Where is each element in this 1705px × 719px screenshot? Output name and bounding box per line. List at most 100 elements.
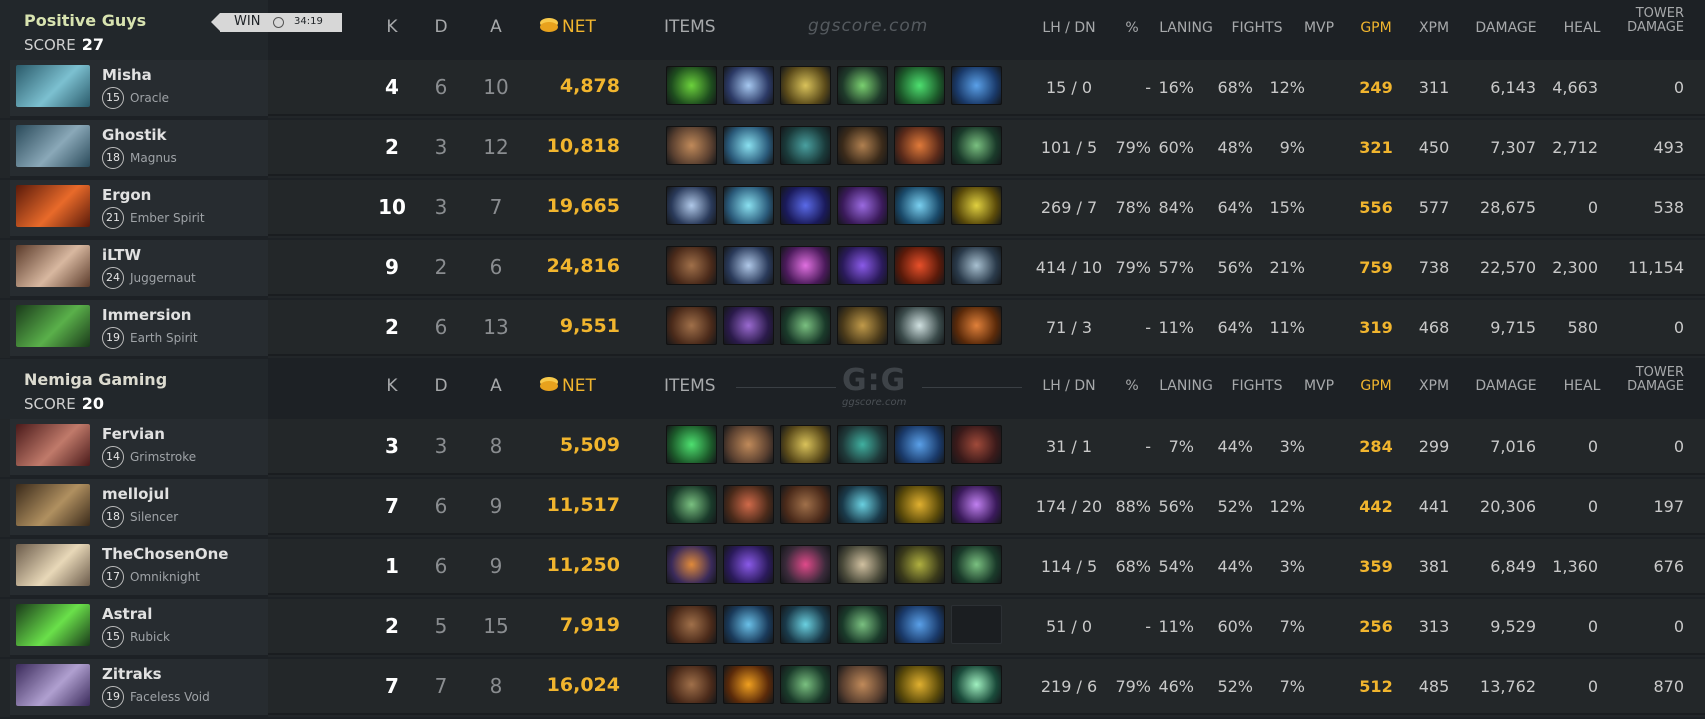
item-slot[interactable] (666, 246, 717, 285)
item-slot[interactable] (951, 306, 1002, 345)
player-row[interactable]: Misha 15 Oracle 4 6 10 4,878 15 / 0 -16% 68% 12% 24… (0, 60, 1705, 118)
last-hits-denies: 51 / 0 (1046, 617, 1092, 636)
deaths: 2 (434, 255, 448, 279)
item-slot[interactable] (951, 665, 1002, 704)
item-slot[interactable] (723, 605, 774, 644)
item-slot[interactable] (666, 665, 717, 704)
item-slot[interactable] (894, 665, 945, 704)
item-slot[interactable] (780, 485, 831, 524)
item-slot[interactable] (780, 665, 831, 704)
item-slot[interactable] (780, 545, 831, 584)
player-name[interactable]: iLTW (102, 246, 141, 264)
item-slot[interactable] (666, 605, 717, 644)
item-slot[interactable] (894, 306, 945, 345)
item-slot[interactable] (723, 246, 774, 285)
item-slot[interactable] (666, 485, 717, 524)
item-slot[interactable] (894, 425, 945, 464)
player-name[interactable]: Ghostik (102, 126, 167, 144)
player-row[interactable]: mellojul 18 Silencer 7 6 9 11,517 174 / 20 88% 56… (0, 479, 1705, 537)
item-slot[interactable] (951, 545, 1002, 584)
item-slot[interactable] (723, 126, 774, 165)
team-score: SCORE 27 (24, 35, 104, 54)
item-slot[interactable] (894, 66, 945, 105)
team-header: Positive Guys SCORE 27 WIN 34:19 K D A NET ITEMS g… (0, 0, 1705, 60)
item-slot[interactable] (666, 425, 717, 464)
score-value: 20 (81, 394, 104, 413)
item-slot[interactable] (780, 66, 831, 105)
item-slot[interactable] (951, 126, 1002, 165)
player-row[interactable]: iLTW 24 Juggernaut 9 2 6 24,816 414 / 10 79% 57% 5… (0, 240, 1705, 298)
player-name[interactable]: Ergon (102, 186, 151, 204)
player-name[interactable]: Misha (102, 66, 152, 84)
empty-item-slot[interactable] (951, 605, 1002, 644)
item-slot[interactable] (837, 246, 888, 285)
player-name[interactable]: TheChosenOne (102, 545, 228, 563)
item-slot[interactable] (894, 605, 945, 644)
item-slot[interactable] (780, 605, 831, 644)
item-slot[interactable] (951, 66, 1002, 105)
item-slot[interactable] (951, 485, 1002, 524)
heal: 2,712 (1552, 138, 1598, 157)
header-fights: FIGHTS (1231, 378, 1283, 394)
player-name[interactable]: Zitraks (102, 665, 162, 683)
player-name[interactable]: Fervian (102, 425, 165, 443)
player-name[interactable]: Immersion (102, 306, 191, 324)
lh-dn-separator: / (1071, 138, 1087, 157)
item-slot[interactable] (666, 545, 717, 584)
item-slot[interactable] (837, 306, 888, 345)
kills: 2 (385, 315, 399, 339)
player-row[interactable]: Astral 15 Rubick 2 5 15 7,919 51 / 0-11% 60% 7% 25… (0, 599, 1705, 657)
item-slot[interactable] (837, 126, 888, 165)
player-row[interactable]: Ergon 21 Ember Spirit 10 3 7 19,665 269 / 7 78% 8… (0, 180, 1705, 238)
item-slot[interactable] (951, 246, 1002, 285)
player-name[interactable]: mellojul (102, 485, 169, 503)
item-slot[interactable] (723, 186, 774, 225)
item-slot[interactable] (780, 306, 831, 345)
header-tower-damage: TOWER DAMAGE (1627, 7, 1684, 35)
item-slot[interactable] (894, 246, 945, 285)
item-slot[interactable] (951, 425, 1002, 464)
item-slot[interactable] (837, 186, 888, 225)
last-hits: 15 (1045, 78, 1067, 97)
team-name: Positive Guys (24, 11, 147, 30)
gpm: 556 (1359, 198, 1393, 217)
item-slot[interactable] (666, 126, 717, 165)
item-slot[interactable] (780, 186, 831, 225)
item-slot[interactable] (837, 665, 888, 704)
item-slot[interactable] (894, 545, 945, 584)
denies: 3 (1081, 318, 1093, 337)
item-slot[interactable] (780, 246, 831, 285)
player-name[interactable]: Astral (102, 605, 152, 623)
header-net: NET (540, 376, 596, 396)
tower-damage: 676 (1653, 557, 1684, 576)
item-slot[interactable] (837, 425, 888, 464)
item-slot[interactable] (666, 306, 717, 345)
item-slot[interactable] (723, 425, 774, 464)
item-slot[interactable] (723, 66, 774, 105)
hero-avatar (16, 664, 90, 706)
item-slot[interactable] (837, 605, 888, 644)
item-slot[interactable] (666, 186, 717, 225)
item-slot[interactable] (723, 665, 774, 704)
item-slot[interactable] (951, 186, 1002, 225)
item-slot[interactable] (723, 485, 774, 524)
item-slot[interactable] (723, 545, 774, 584)
player-row[interactable]: Immersion 19 Earth Spirit 2 6 13 9,551 71 / 3-1… (0, 300, 1705, 358)
header-items: ITEMS (664, 376, 716, 396)
item-slot[interactable] (780, 126, 831, 165)
item-slot[interactable] (837, 545, 888, 584)
player-row[interactable]: TheChosenOne 17 Omniknight 1 6 9 11,250 114 / 5… (0, 539, 1705, 597)
item-slot[interactable] (837, 485, 888, 524)
item-slot[interactable] (780, 425, 831, 464)
item-slot[interactable] (894, 186, 945, 225)
item-slot[interactable] (723, 306, 774, 345)
item-slot[interactable] (894, 485, 945, 524)
item-slot[interactable] (837, 66, 888, 105)
player-row[interactable]: Zitraks 19 Faceless Void 7 7 8 16,024 219 / 6 79… (0, 659, 1705, 717)
player-row[interactable]: Fervian 14 Grimstroke 3 3 8 5,509 31 / 1 -7% 44% 3… (0, 419, 1705, 477)
item-slot[interactable] (666, 66, 717, 105)
player-row[interactable]: Ghostik 18 Magnus 2 3 12 10,818 101 / 5 79% 60% 48… (0, 120, 1705, 178)
last-hits-denies: 15 / 0 (1046, 78, 1092, 97)
hero-name: Magnus (130, 151, 177, 165)
item-slot[interactable] (894, 126, 945, 165)
